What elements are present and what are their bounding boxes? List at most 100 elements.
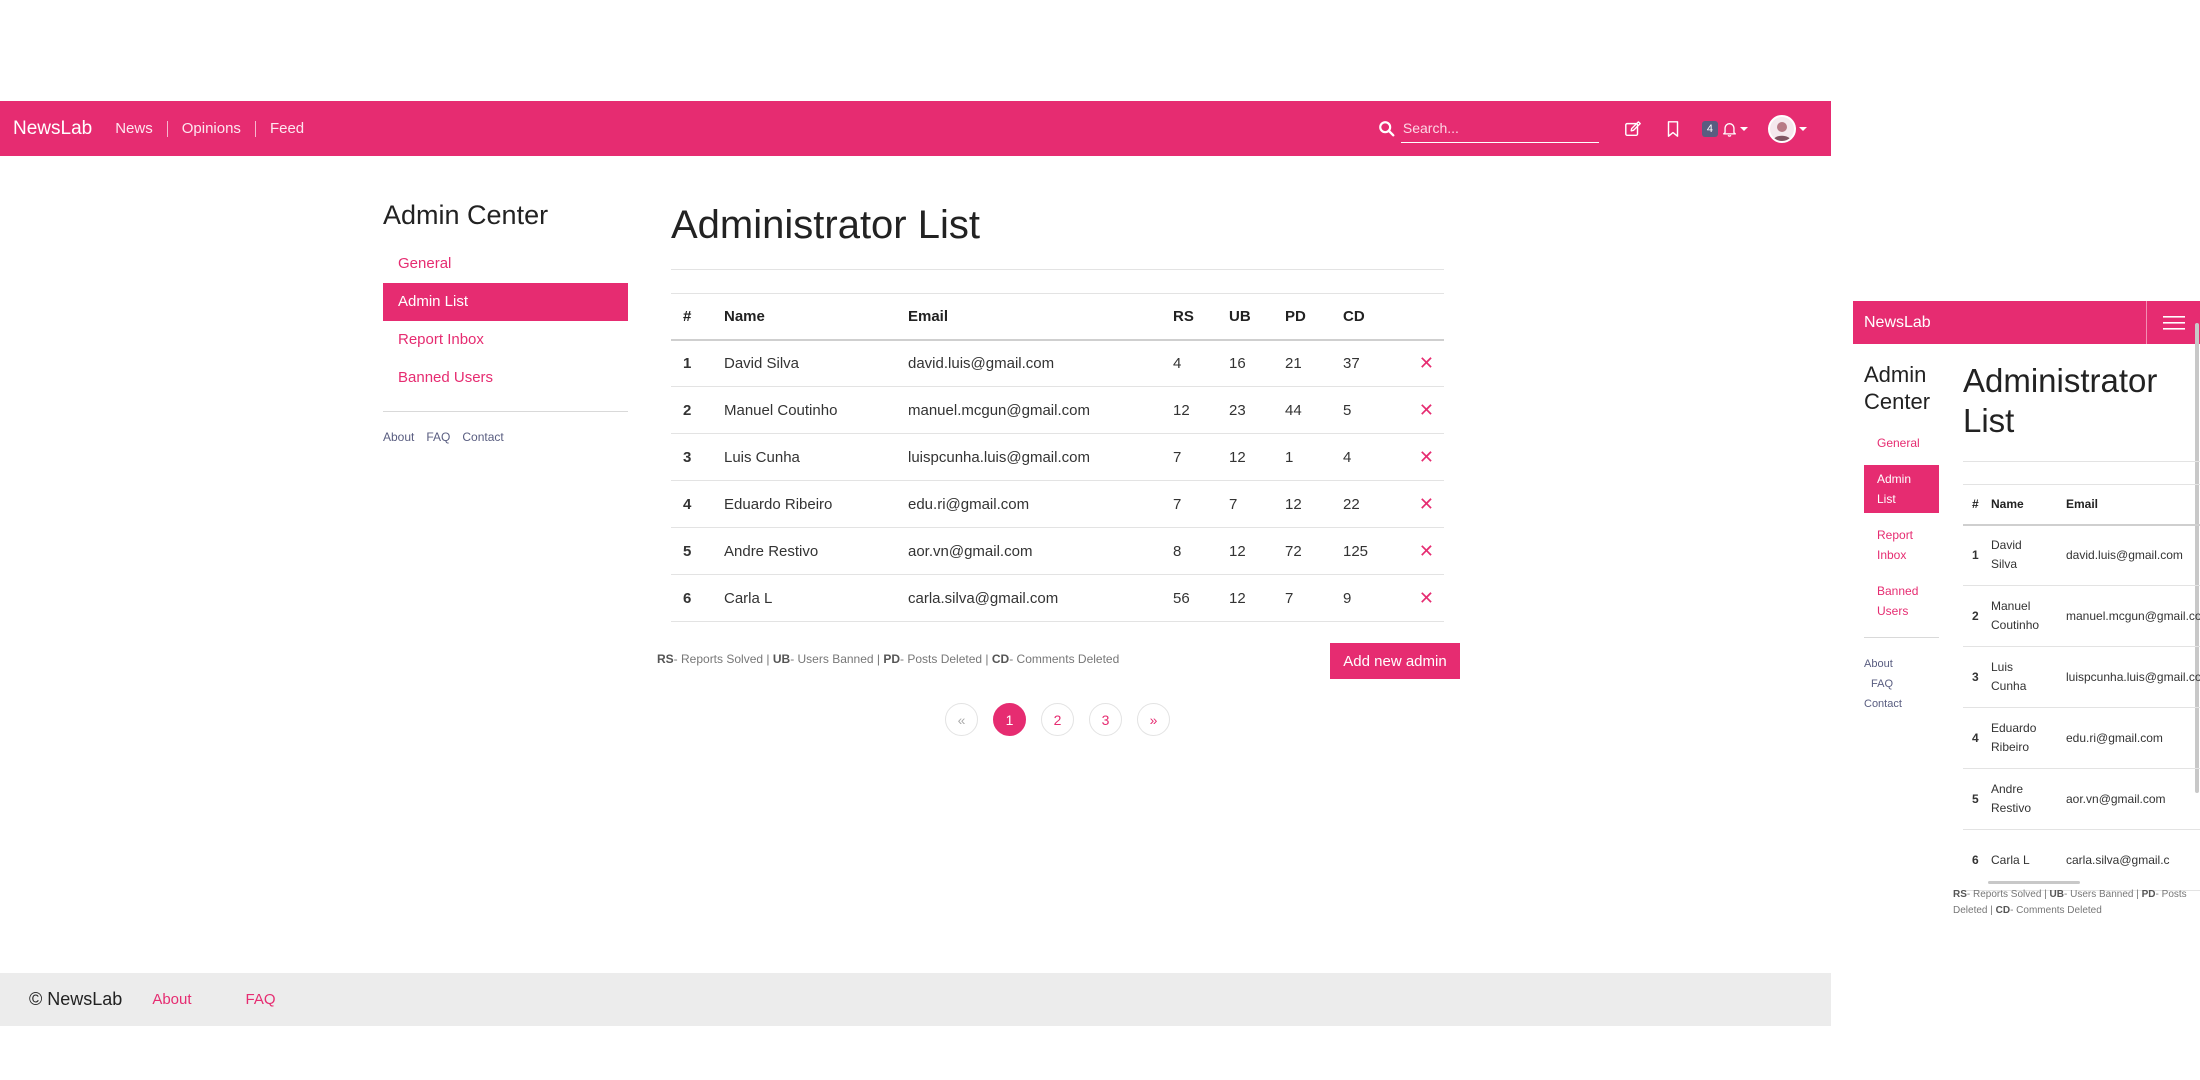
nav-link-news[interactable]: News	[115, 120, 168, 137]
close-x-icon[interactable]: ✕	[1419, 400, 1434, 420]
name-line: Luis	[1991, 660, 2014, 674]
brand-logo[interactable]: NewsLab	[13, 118, 92, 140]
hamburger-menu-icon[interactable]	[2146, 301, 2200, 344]
cell-name: Manuel Coutinho	[1991, 585, 2066, 647]
cell-pd: 1	[1285, 433, 1343, 481]
search-input[interactable]	[1400, 114, 1599, 143]
mobile-sidebar: Admin Center General Admin List Report I…	[1864, 361, 1939, 714]
col-header-name: Name	[1991, 484, 2066, 526]
cell-name: Andre Restivo	[724, 527, 908, 575]
cell-pd: 7	[1285, 574, 1343, 622]
table-row: 3 Luis Cunha luispcunha.luis@gmail.com	[1963, 646, 2200, 708]
sidebar-item-banned-users[interactable]: Banned Users	[383, 359, 628, 397]
legend-separator: |	[873, 652, 884, 666]
col-header-actions	[1403, 293, 1444, 341]
col-header-name: Name	[724, 293, 908, 341]
mobile-sidebar-title: Admin Center	[1864, 361, 1939, 415]
pagination-prev[interactable]: «	[945, 703, 978, 736]
table-row: 3 Luis Cunha luispcunha.luis@gmail.com 7…	[671, 433, 1444, 481]
cell-email: edu.ri@gmail.com	[2066, 707, 2200, 769]
close-x-icon[interactable]: ✕	[1419, 588, 1434, 608]
column-legend: RS- Reports Solved | UB- Users Banned | …	[657, 652, 1119, 666]
table-row: 4 Eduardo Ribeiro edu.ri@gmail.com 7 7 1…	[671, 480, 1444, 528]
table-row: 1 David Silva david.luis@gmail.com	[1963, 524, 2200, 586]
mobile-admin-list-section: Administrator List # Name Email 1 David …	[1963, 361, 2200, 891]
user-menu[interactable]	[1768, 114, 1807, 143]
cell-name: Andre Restivo	[1991, 768, 2066, 830]
legend-text: - Comments Deleted	[2010, 905, 2102, 916]
notifications-dropdown[interactable]: 4	[1701, 120, 1748, 137]
search-icon[interactable]	[1378, 120, 1396, 138]
mobile-brand-logo[interactable]: NewsLab	[1864, 314, 1931, 332]
mobile-sidebar-item-general[interactable]: General	[1864, 429, 1939, 457]
col-header-email: Email	[908, 293, 1173, 341]
cell-pd: 12	[1285, 480, 1343, 528]
close-x-icon[interactable]: ✕	[1419, 447, 1434, 467]
cell-pd: 44	[1285, 386, 1343, 434]
cell-number: 4	[671, 480, 724, 528]
mobile-sidebar-item-admin-list[interactable]: Admin List	[1864, 465, 1939, 513]
legend-separator: |	[982, 652, 992, 666]
cell-number: 6	[671, 574, 724, 622]
bookmark-icon[interactable]	[1662, 118, 1684, 140]
admin-table: # Name Email RS UB PD CD 1 David Silva d…	[671, 293, 1444, 622]
table-row: 5 Andre Restivo aor.vn@gmail.com	[1963, 768, 2200, 830]
sidebar-link-faq[interactable]: FAQ	[426, 430, 450, 444]
mobile-sidebar-item-banned-users[interactable]: Banned Users	[1864, 577, 1939, 625]
name-line: Silva	[1991, 557, 2018, 572]
title-line: List	[1963, 402, 2015, 439]
legend-separator: |	[2041, 889, 2050, 900]
legend-text: - Comments Deleted	[1009, 652, 1120, 666]
pagination-next[interactable]: »	[1137, 703, 1170, 736]
footer-link-about[interactable]: About	[152, 991, 191, 1008]
page-footer: © NewsLab About FAQ	[0, 973, 1831, 1026]
cell-email: david.luis@gmail.com	[2066, 524, 2200, 586]
legend-text: - Reports Solved	[1966, 889, 2042, 900]
pagination: « 1 2 3 »	[945, 703, 1170, 736]
cell-rs: 56	[1173, 574, 1229, 622]
cell-name: David Silva	[724, 339, 908, 387]
cell-name: Luis Cunha	[1991, 646, 2066, 708]
col-header-number: #	[1963, 484, 1991, 526]
footer-link-faq[interactable]: FAQ	[246, 991, 276, 1008]
pagination-page-1[interactable]: 1	[993, 703, 1026, 736]
nav-link-feed[interactable]: Feed	[256, 120, 318, 137]
mobile-sidebar-link-faq[interactable]: FAQ	[1864, 674, 1939, 694]
legend-abbr: CD	[991, 652, 1010, 666]
name-line: Carla L	[1991, 852, 2030, 867]
add-new-admin-button[interactable]: Add new admin	[1330, 643, 1460, 679]
mobile-sidebar-link-about[interactable]: About	[1864, 654, 1939, 674]
mobile-page-title: Administrator List	[1963, 361, 2200, 462]
close-x-icon[interactable]: ✕	[1419, 541, 1434, 561]
pencil-square-icon[interactable]	[1622, 118, 1644, 140]
sidebar-link-contact[interactable]: Contact	[462, 430, 503, 444]
sidebar-link-about[interactable]: About	[383, 430, 414, 444]
close-x-icon[interactable]: ✕	[1419, 353, 1434, 373]
nav-right: 4	[1378, 101, 1831, 156]
sidebar-item-admin-list[interactable]: Admin List	[383, 283, 628, 321]
name-line: Eduardo	[1991, 721, 2037, 735]
horizontal-scrollbar[interactable]	[1988, 881, 2080, 884]
mobile-sidebar-link-contact[interactable]: Contact	[1864, 694, 1939, 714]
mobile-column-legend: RS- Reports Solved | UB- Users Banned | …	[1953, 887, 2198, 919]
cell-ub: 12	[1229, 433, 1285, 481]
nav-link-opinions[interactable]: Opinions	[168, 120, 256, 137]
mobile-sidebar-item-report-inbox[interactable]: Report Inbox	[1864, 521, 1939, 569]
search-box	[1378, 114, 1599, 143]
pagination-page-2[interactable]: 2	[1041, 703, 1074, 736]
legend-text: - Reports Solved	[673, 652, 764, 666]
mobile-table-scroll-area[interactable]: # Name Email 1 David Silva david.luis@gma…	[1963, 484, 2200, 891]
cell-cd: 125	[1343, 527, 1403, 575]
legend-abbr: RS	[1953, 889, 1967, 900]
cell-pd: 72	[1285, 527, 1343, 575]
close-x-icon[interactable]: ✕	[1419, 494, 1434, 514]
cell-name: Manuel Coutinho	[724, 386, 908, 434]
legend-text: - Users Banned	[790, 652, 874, 666]
sidebar-item-report-inbox[interactable]: Report Inbox	[383, 321, 628, 359]
cell-email: carla.silva@gmail.com	[908, 574, 1173, 622]
cell-number: 5	[671, 527, 724, 575]
footer-copyright: © NewsLab	[29, 989, 123, 1009]
pagination-page-3[interactable]: 3	[1089, 703, 1122, 736]
sidebar-item-general[interactable]: General	[383, 245, 628, 283]
cell-email: luispcunha.luis@gmail.com	[2066, 646, 2200, 708]
